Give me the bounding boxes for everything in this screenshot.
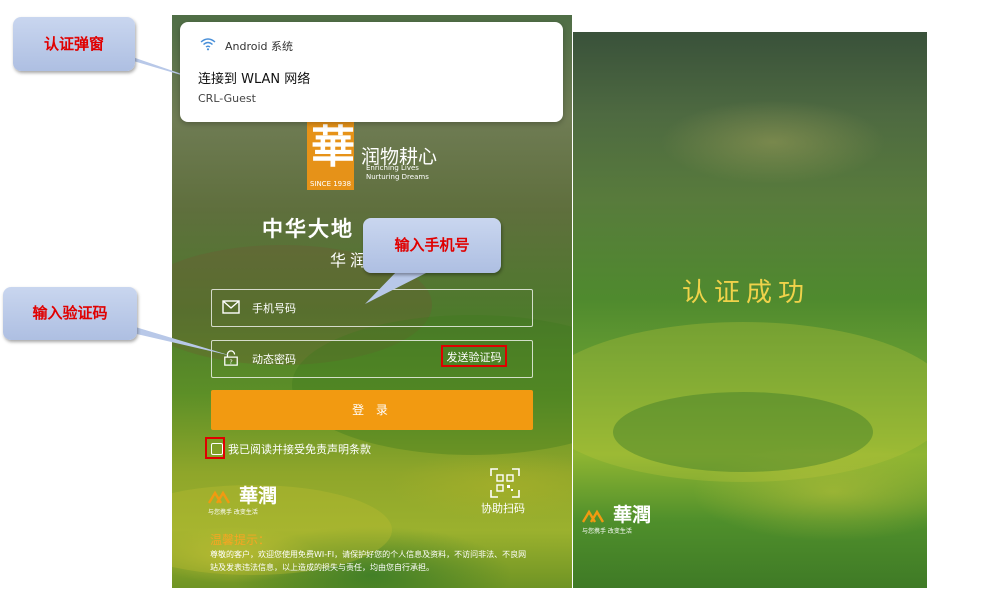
brand-name: 華潤 <box>239 485 278 507</box>
logo-since: SINCE 1938 <box>309 180 352 188</box>
check-icon <box>211 443 223 455</box>
brand-tagline: 与您携手 改变生活 <box>208 509 258 516</box>
logo-slogan-en: Enriching Lives <box>366 164 419 172</box>
notification-source: Android 系统 <box>225 40 294 53</box>
success-message: 认证成功 <box>682 278 811 308</box>
wlan-notification[interactable]: Android 系统 连接到 WLAN 网络 CRL-Guest <box>180 22 563 122</box>
svg-text:?: ? <box>229 359 232 366</box>
brand-footer-success: 華潤 与您携手 改变生活 <box>582 500 652 535</box>
brand-logo: 華 SINCE 1938 <box>307 118 355 190</box>
mail-icon <box>222 300 240 314</box>
brand-mark-icon <box>208 490 231 504</box>
field-shape <box>613 392 873 472</box>
phone-placeholder: 手机号码 <box>252 302 296 315</box>
logo-glyph: 華 <box>311 122 355 173</box>
page-headline: 中华大地 <box>262 217 354 241</box>
callout-auth-popup: 认证弹窗 <box>13 17 135 71</box>
qr-code-icon[interactable] <box>490 468 520 498</box>
lock-icon: ? <box>224 350 238 366</box>
callout-code: 输入验证码 <box>3 287 137 340</box>
brand-tagline: 与您携手 改变生活 <box>582 528 632 535</box>
brand-mark-icon <box>582 509 605 523</box>
notification-title: 连接到 WLAN 网络 <box>198 72 311 87</box>
tips-title: 温馨提示： <box>210 533 271 547</box>
login-button[interactable]: 登 录 <box>211 390 533 430</box>
agree-text[interactable]: 我已阅读并接受免责声明条款 <box>228 441 371 457</box>
brand-footer: 華潤 与您携手 改变生活 <box>208 481 278 516</box>
agree-checkbox[interactable] <box>205 437 225 459</box>
send-code-button[interactable]: 发送验证码 <box>441 345 507 367</box>
code-placeholder: 动态密码 <box>252 353 296 366</box>
tips-body: 尊敬的客户，欢迎您使用免费WI-FI，请保护好您的个人信息及资料，不访问非法、不… <box>210 550 527 572</box>
logo-slogan-en: Nurturing Dreams <box>366 173 429 181</box>
qr-assist-label[interactable]: 协助扫码 <box>481 500 525 516</box>
wifi-icon <box>200 38 216 51</box>
callout-phone: 输入手机号 <box>363 218 501 273</box>
network-ssid: CRL-Guest <box>198 92 256 105</box>
brand-name: 華潤 <box>613 504 652 526</box>
phone-input[interactable]: 手机号码 <box>211 289 533 327</box>
